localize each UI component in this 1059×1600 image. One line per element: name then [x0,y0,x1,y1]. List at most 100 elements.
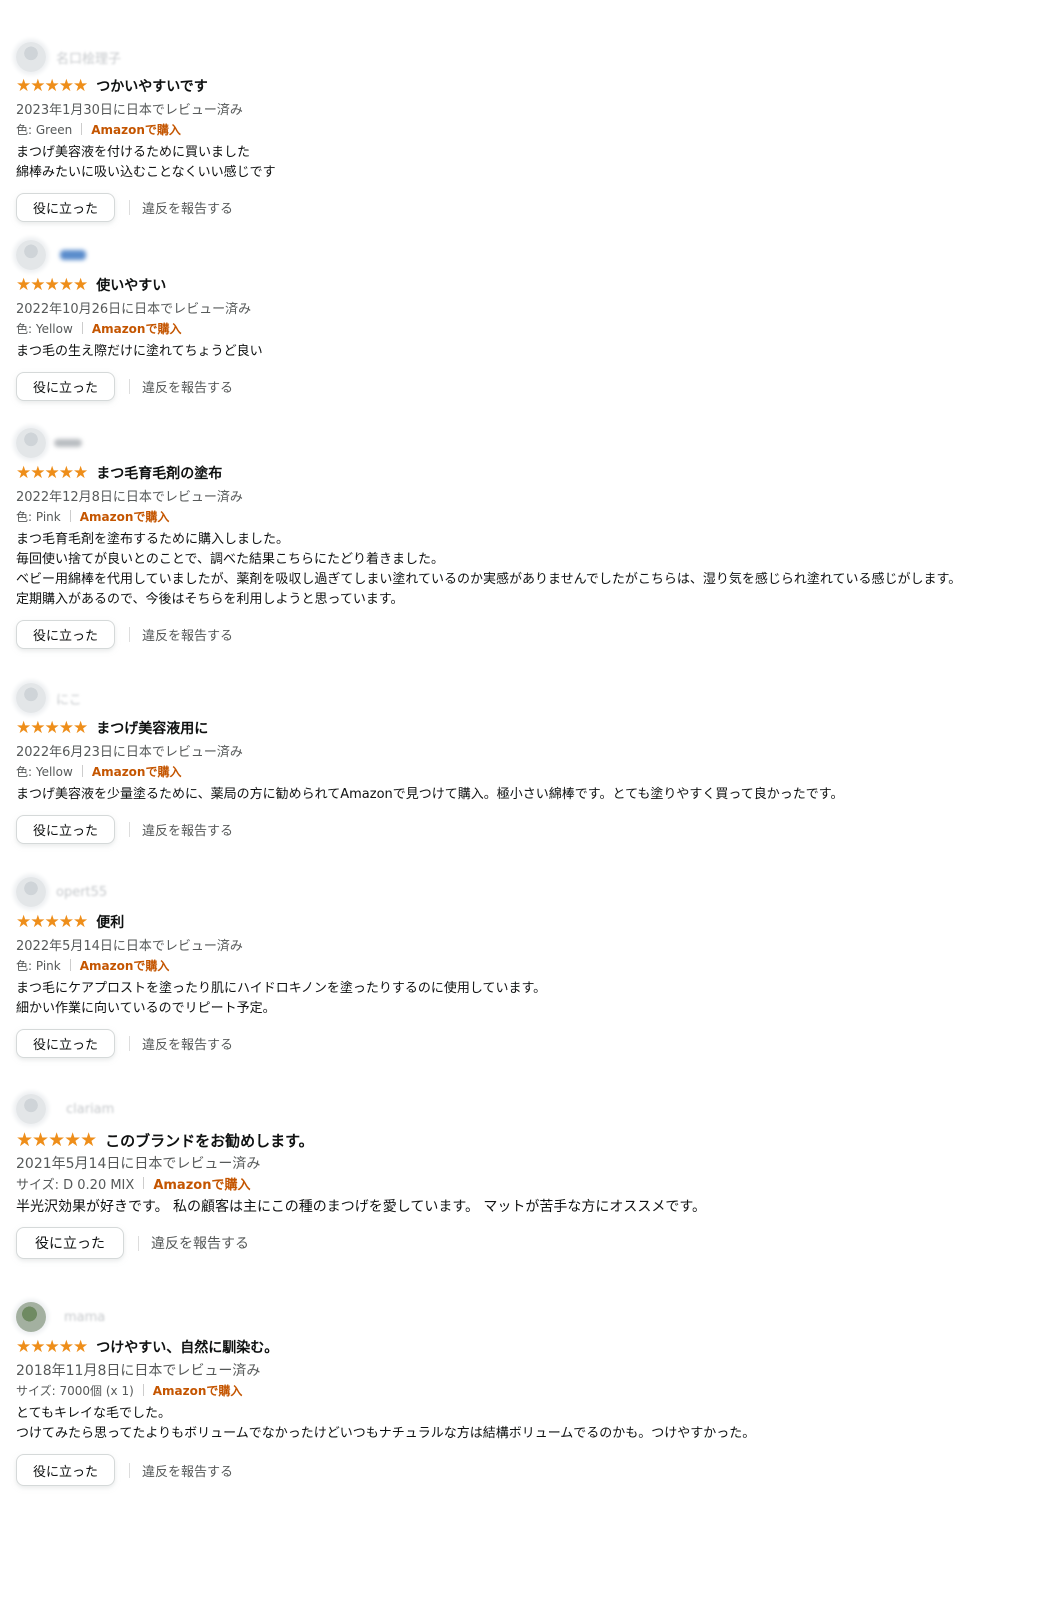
reviewer-profile[interactable]: 名口桧理子 [16,42,1046,72]
review-title[interactable]: まつ毛育毛剤の塗布 [96,463,222,483]
reviewer-profile[interactable] [16,428,1046,458]
report-abuse-link[interactable]: 違反を報告する [142,1034,233,1053]
avatar[interactable] [16,683,46,713]
review-meta: サイズ: 7000個 (x 1) Amazonで購入 [16,1381,1046,1399]
helpful-button[interactable]: 役に立った [16,193,116,222]
helpful-button[interactable]: 役に立った [16,372,116,401]
review-body: まつ毛の生え際だけに塗れてちょうど良い [16,342,1046,362]
review-title[interactable]: つけやすい、自然に馴染む。 [96,1337,278,1357]
divider [138,1235,139,1251]
reviewer-profile[interactable]: mama [16,1302,1046,1332]
review-text-line: まつげ美容液を付けるために買いました [16,145,251,160]
variant-label[interactable]: 色: Green [16,121,72,138]
review-date: 2022年6月23日に日本でレビュー済み [16,745,243,760]
verified-purchase-badge: Amazonで購入 [91,764,182,779]
verified-purchase-badge: Amazonで購入 [79,509,170,524]
divider [129,1462,131,1478]
review-title[interactable]: このブランドをお勧めします。 [105,1130,314,1151]
avatar[interactable] [16,1302,46,1332]
reviewer-name[interactable]: opert55 [56,885,107,900]
variant-label[interactable]: 色: Yellow [16,763,73,780]
report-abuse-link[interactable]: 違反を報告する [142,198,233,217]
review-text-line: 綿棒みたいに吸い込むことなくいい感じです [16,165,276,180]
review-meta: サイズ: D 0.20 MIX Amazonで購入 [16,1174,1046,1193]
report-abuse-link[interactable]: 違反を報告する [151,1233,249,1253]
star-rating-icon[interactable]: ★★★★★ [16,276,88,294]
review-title[interactable]: つかいやすいです [96,76,208,96]
review-card: mama ★★★★★ つけやすい、自然に馴染む。 2018年11月8日に日本でレ… [16,1302,1046,1486]
avatar[interactable] [16,42,46,72]
review-text-line: 半光沢効果が好きです。 私の顧客は主にこの種のまつげを愛しています。 マットが苦… [16,1199,706,1215]
divider [129,379,131,394]
reviewer-profile[interactable]: clariam [16,1094,1046,1124]
star-rating-icon[interactable]: ★★★★★ [16,77,88,95]
reviewer-profile[interactable]: にこ [16,683,1046,713]
avatar[interactable] [16,428,46,458]
divider [129,200,131,215]
reviewer-name[interactable]: にこ [56,689,82,708]
divider [129,822,131,837]
divider [142,1384,144,1396]
reviewer-name[interactable] [60,250,86,260]
review-body: まつげ美容液を少量塗るために、薬局の方に勧められてAmazonで見つけて購入。極… [16,785,1046,805]
divider [69,959,71,971]
helpful-button[interactable]: 役に立った [16,620,116,649]
reviewer-name[interactable]: mama [64,1310,105,1325]
star-rating-icon[interactable]: ★★★★★ [16,913,88,931]
helpful-button[interactable]: 役に立った [16,815,116,844]
review-date: 2022年10月26日に日本でレビュー済み [16,302,252,317]
star-rating-icon[interactable]: ★★★★★ [16,464,88,482]
review-meta: 色: Pink Amazonで購入 [16,507,1046,525]
reviewer-name[interactable] [54,439,82,447]
variant-label[interactable]: サイズ: D 0.20 MIX [16,1174,134,1193]
divider [143,1177,145,1189]
reviewer-name[interactable]: 名口桧理子 [56,48,121,67]
reviewer-profile[interactable] [16,240,1046,270]
review-text-line: ベビー用綿棒を代用していましたが、薬剤を吸収し過ぎてしまい塗れているのか実感があ… [16,572,962,587]
variant-label[interactable]: 色: Pink [16,957,61,974]
report-abuse-link[interactable]: 違反を報告する [142,820,233,839]
review-date: 2022年5月14日に日本でレビュー済み [16,939,243,954]
report-abuse-link[interactable]: 違反を報告する [142,625,233,644]
helpful-button[interactable]: 役に立った [16,1227,124,1259]
review-text-line: 毎回使い捨てが良いとのことで、調べた結果こちらにたどり着きました。 [16,552,444,567]
review-title[interactable]: 使いやすい [96,275,166,295]
divider [81,123,83,135]
review-card: 名口桧理子 ★★★★★ つかいやすいです 2023年1月30日に日本でレビュー済… [16,42,1046,222]
review-meta: 色: Yellow Amazonで購入 [16,762,1046,780]
verified-purchase-badge: Amazonで購入 [91,321,182,336]
review-meta: 色: Yellow Amazonで購入 [16,319,1046,337]
review-body: まつ毛育毛剤を塗布するために購入しました。 毎回使い捨てが良いとのことで、調べた… [16,530,1046,610]
divider [129,1036,131,1051]
review-text-line: つけてみたら思ってたよりもボリュームでなかったけどいつもナチュラルな方は結構ボリ… [16,1426,756,1441]
variant-label[interactable]: 色: Pink [16,508,61,525]
variant-label[interactable]: 色: Yellow [16,320,73,337]
verified-purchase-badge: Amazonで購入 [153,1177,251,1193]
report-abuse-link[interactable]: 違反を報告する [142,1461,233,1480]
reviewer-profile[interactable]: opert55 [16,877,1046,907]
review-date: 2018年11月8日に日本でレビュー済み [16,1363,261,1379]
review-title[interactable]: 便利 [96,912,124,932]
reviewer-name[interactable]: clariam [66,1102,114,1117]
review-text-line: まつ毛育毛剤を塗布するために購入しました。 [16,532,290,547]
review-card: clariam ★★★★★ このブランドをお勧めします。 2021年5月14日に… [16,1094,1046,1259]
avatar[interactable] [16,240,46,270]
review-title[interactable]: まつげ美容液用に [96,718,208,738]
star-rating-icon[interactable]: ★★★★★ [16,1131,97,1150]
star-rating-icon[interactable]: ★★★★★ [16,719,88,737]
reviews-list: 名口桧理子 ★★★★★ つかいやすいです 2023年1月30日に日本でレビュー済… [0,0,1059,1600]
divider [81,322,83,334]
avatar[interactable] [16,1094,46,1124]
review-body: まつ毛にケアプロストを塗ったり肌にハイドロキノンを塗ったりするのに使用しています… [16,979,1046,1019]
review-text-line: まつげ美容液を少量塗るために、薬局の方に勧められてAmazonで見つけて購入。極… [16,787,844,802]
divider [69,510,71,522]
helpful-button[interactable]: 役に立った [16,1029,116,1058]
helpful-button[interactable]: 役に立った [16,1454,116,1486]
avatar[interactable] [16,877,46,907]
variant-label[interactable]: サイズ: 7000個 (x 1) [16,1382,134,1399]
review-meta: 色: Pink Amazonで購入 [16,956,1046,974]
verified-purchase-badge: Amazonで購入 [152,1383,243,1398]
star-rating-icon[interactable]: ★★★★★ [16,1338,88,1356]
divider [129,627,131,642]
report-abuse-link[interactable]: 違反を報告する [142,377,233,396]
